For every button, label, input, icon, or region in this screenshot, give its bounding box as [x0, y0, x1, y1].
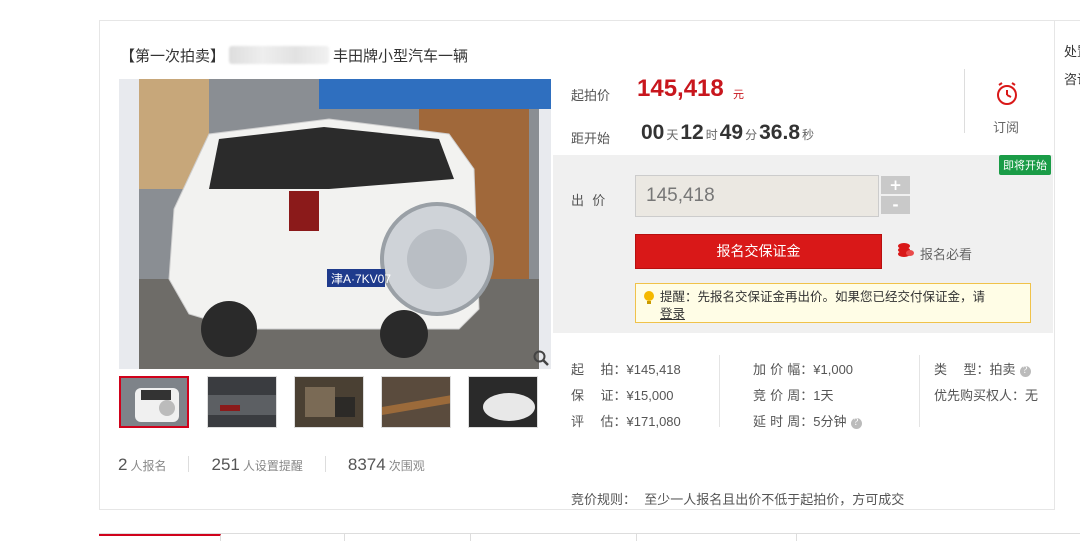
- tab-4[interactable]: [471, 534, 637, 541]
- rule-text: 至少一人报名且出价不低于起拍价，方可成交: [644, 493, 905, 508]
- rule-label: 竞价规则：: [571, 493, 637, 508]
- thumbnail-5-image: [469, 377, 537, 427]
- side-label-2: 咨询: [1064, 73, 1080, 88]
- countdown-minutes: 49: [719, 121, 744, 144]
- title-prefix: 【第一次拍卖】: [120, 47, 226, 65]
- zoom-icon[interactable]: [532, 349, 550, 367]
- tab-3[interactable]: [345, 534, 471, 541]
- info-assessment: 评 估：¥171,080: [571, 411, 681, 430]
- info-value: 无: [1025, 388, 1039, 403]
- alarm-clock-icon[interactable]: [994, 81, 1020, 107]
- thumbnail-2-image: [208, 377, 276, 427]
- info-extension-period: 延 时 周：5分钟?: [753, 411, 862, 430]
- stat-signups-label: 人报名: [130, 459, 167, 473]
- info-key: 保 证：: [571, 389, 627, 404]
- start-price-value: 145,418: [637, 75, 724, 102]
- side-panel: 处置 咨询: [1055, 20, 1080, 510]
- stat-divider: [324, 456, 326, 472]
- tab-5[interactable]: [637, 534, 797, 541]
- thumbnail-3-image: [295, 377, 363, 427]
- info-start-price: 起 拍：¥145,418: [571, 359, 681, 378]
- countdown-label: 距开始: [571, 132, 611, 147]
- countdown-hours-unit: 时: [705, 128, 718, 142]
- info-column-divider: [719, 355, 720, 427]
- info-key: 优先购买权人：: [934, 389, 1026, 404]
- info-deposit: 保 证：¥15,000: [571, 385, 674, 404]
- info-type: 类 型：拍卖?: [934, 359, 1031, 378]
- auction-panel: 【第一次拍卖】 丰田牌小型汽车一辆 津A·7KV07 2 人报名 251 人设置…: [99, 20, 1055, 510]
- decrease-bid-button[interactable]: -: [881, 196, 910, 214]
- thumbnail-3[interactable]: [294, 376, 364, 428]
- info-key: 延 时 周：: [753, 415, 814, 430]
- stat-views-count: 8374: [347, 455, 386, 474]
- help-icon[interactable]: ?: [850, 418, 862, 429]
- car-photo-illustration: 津A·7KV07: [119, 79, 551, 369]
- tab-2[interactable]: [221, 534, 345, 541]
- info-value: ¥171,080: [626, 414, 681, 429]
- thumbnail-1[interactable]: [119, 376, 189, 428]
- info-value: ¥145,418: [626, 362, 681, 377]
- price-section: 起拍价 145,418 元 距开始 00 天12 时49 分36.8 秒 订阅: [553, 69, 1053, 155]
- info-value: 1天: [813, 388, 834, 403]
- subscribe-button[interactable]: 订阅: [993, 117, 1019, 136]
- info-column-divider: [919, 355, 920, 427]
- bid-price-input[interactable]: 145,418: [635, 175, 879, 217]
- page-title: 【第一次拍卖】 丰田牌小型汽车一辆: [120, 45, 468, 66]
- lightbulb-icon: [644, 291, 654, 304]
- info-key: 类 型：: [934, 363, 990, 378]
- redacted-owner: [229, 46, 330, 64]
- license-plate: 津A·7KV07: [331, 272, 391, 286]
- thumbnail-2[interactable]: [207, 376, 277, 428]
- info-key: 竞 价 周：: [753, 389, 814, 404]
- info-value: 5分钟: [813, 414, 847, 429]
- thumbnail-4[interactable]: [381, 376, 451, 428]
- login-reminder-tip: 提醒：先报名交保证金再出价。如果您已经交付保证金，请 登录: [635, 283, 1031, 323]
- subscribe-divider: [964, 69, 965, 133]
- info-value: 拍卖: [989, 362, 1016, 377]
- countdown-days-unit: 天: [666, 128, 679, 142]
- thumbnail-4-image: [382, 377, 450, 427]
- main-photo[interactable]: 津A·7KV07: [119, 79, 551, 369]
- countdown-seconds: 36.8: [759, 121, 800, 144]
- auction-info: 起 拍：¥145,418 保 证：¥15,000 评 估：¥171,080 加 …: [553, 333, 1053, 509]
- info-increment: 加 价 幅：¥1,000: [753, 359, 853, 378]
- status-badge: 即将开始: [999, 155, 1051, 175]
- help-icon[interactable]: ?: [1019, 366, 1031, 377]
- bidding-rule: 竞价规则： 至少一人报名且出价不低于起拍价，方可成交: [571, 489, 904, 508]
- registration-guide-link[interactable]: 报名必看: [920, 244, 972, 263]
- start-price-unit: 元: [733, 88, 744, 101]
- stat-views-label: 次围观: [388, 459, 425, 473]
- side-label-1: 处置: [1064, 45, 1080, 60]
- tab-1[interactable]: [99, 534, 221, 541]
- stat-divider: [188, 456, 190, 472]
- countdown-days: 00: [641, 121, 665, 144]
- coins-icon: [898, 243, 914, 257]
- stat-reminders-count: 251: [211, 455, 240, 474]
- info-value: ¥15,000: [626, 388, 674, 403]
- start-price-label: 起拍价: [571, 89, 611, 104]
- countdown-timer: 00 天12 时49 分36.8 秒: [641, 121, 816, 145]
- bid-label: 出 价: [571, 194, 606, 209]
- stat-reminders-label: 人设置提醒: [242, 459, 303, 473]
- tip-text: 提醒：先报名交保证金再出价。如果您已经交付保证金，请: [660, 289, 986, 304]
- bid-section: 即将开始 出 价 145,418 + - 报名交保证金 报名必看 提醒：先报名交…: [553, 155, 1053, 333]
- countdown-seconds-unit: 秒: [802, 128, 815, 142]
- login-link[interactable]: 登录: [660, 306, 685, 321]
- increase-bid-button[interactable]: +: [881, 176, 910, 194]
- title-suffix: 丰田牌小型汽车一辆: [333, 47, 469, 65]
- stat-signups-count: 2: [118, 455, 128, 474]
- info-preemptive-right: 优先购买权人：无: [934, 385, 1038, 404]
- detail-tabs: [99, 533, 1080, 541]
- info-key: 起 拍：: [571, 363, 627, 378]
- auction-stats: 2 人报名 251 人设置提醒 8374 次围观: [118, 455, 425, 475]
- info-value: ¥1,000: [813, 362, 854, 377]
- info-bid-period: 竞 价 周：1天: [753, 385, 834, 404]
- countdown-hours: 12: [680, 121, 704, 144]
- info-key: 加 价 幅：: [753, 363, 814, 378]
- thumbnail-1-image: [121, 378, 187, 426]
- thumbnail-5[interactable]: [468, 376, 538, 428]
- register-deposit-button[interactable]: 报名交保证金: [635, 234, 882, 269]
- countdown-minutes-unit: 分: [745, 128, 758, 142]
- info-key: 评 估：: [571, 415, 627, 430]
